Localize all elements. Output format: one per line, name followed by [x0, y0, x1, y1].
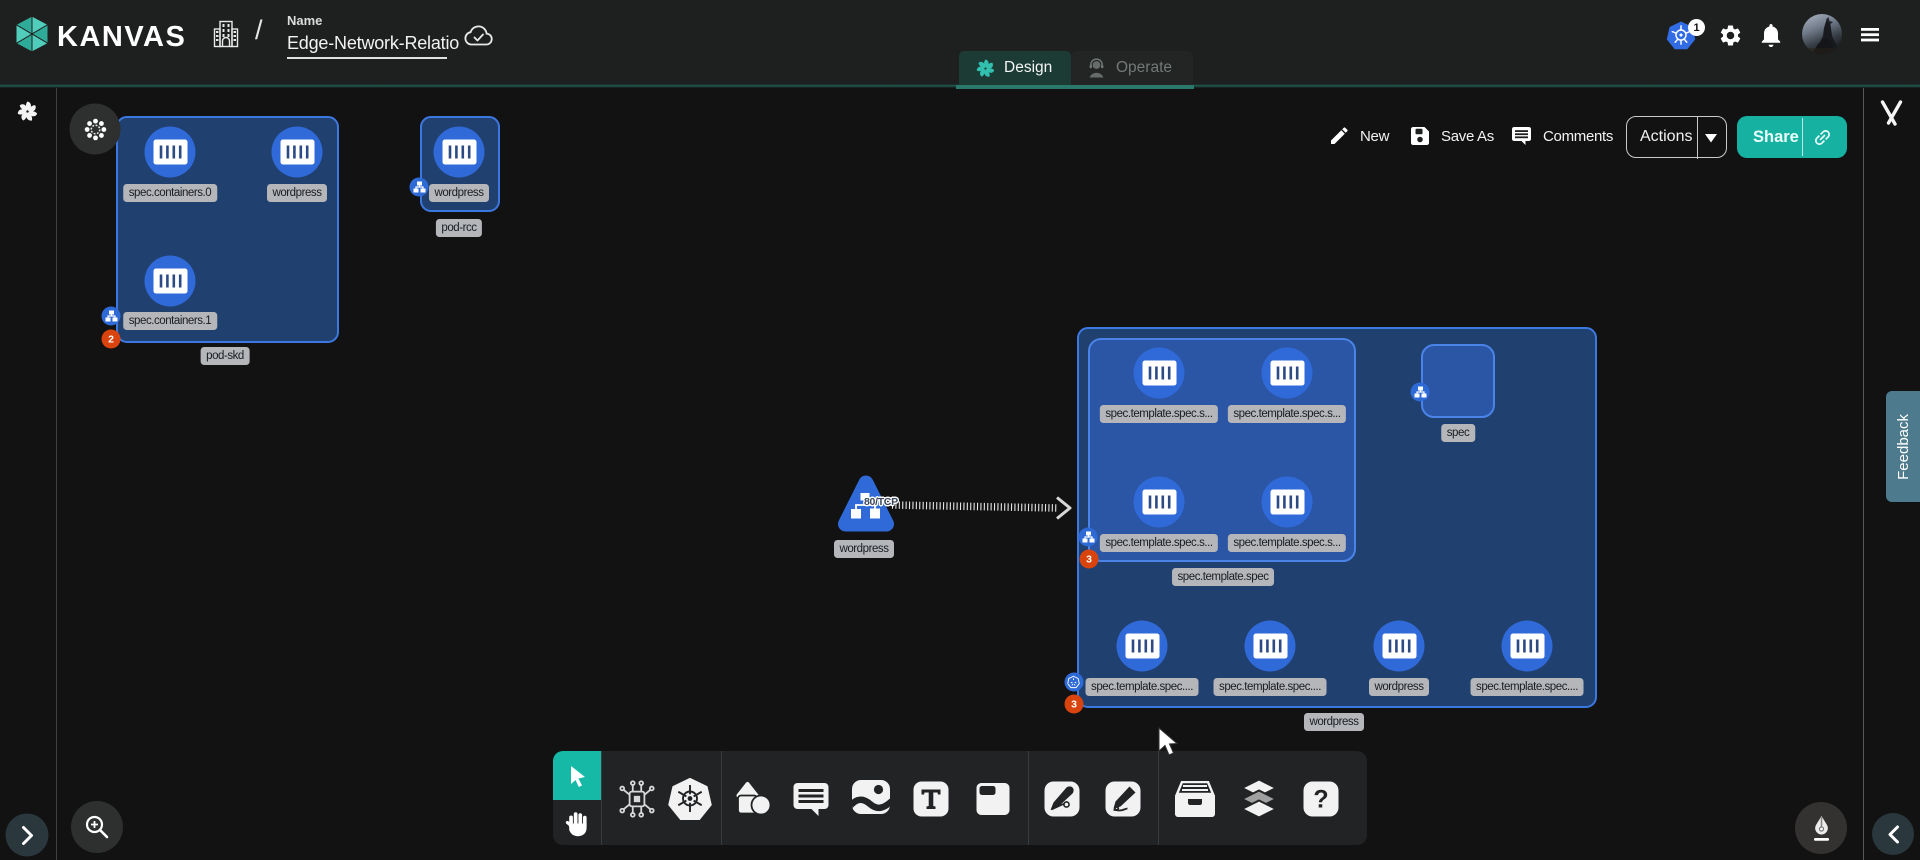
- svg-text:?: ?: [1313, 786, 1328, 814]
